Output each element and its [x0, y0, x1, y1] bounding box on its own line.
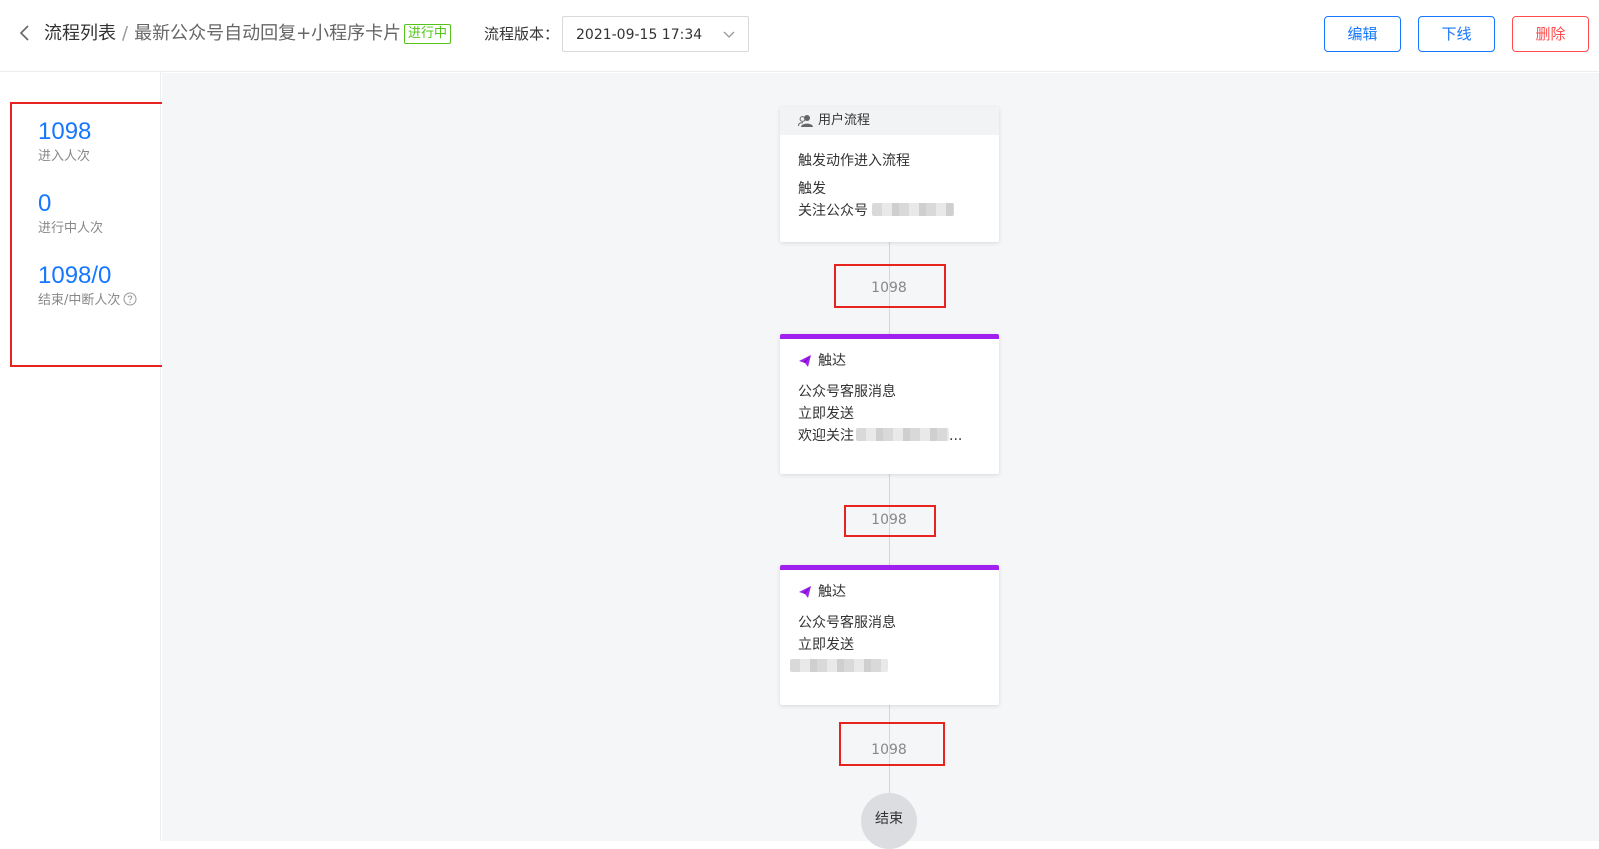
start-node[interactable]: 用户流程 触发动作进入流程 触发 关注公众号 [780, 107, 999, 242]
offline-button[interactable]: 下线 [1418, 16, 1495, 52]
page-header: 流程列表 / 最新公众号自动回复+小程序卡片 进行中 流程版本： 2021-09-1… [0, 0, 1599, 72]
touch-node-1-message-ellipsis: ... [949, 428, 963, 444]
touch-node-2-timing: 立即发送 [798, 637, 854, 653]
start-node-body: 触发动作进入流程 触发 关注公众号 [780, 135, 999, 222]
touch-node-2-body: 触达 公众号客服消息 立即发送 [780, 582, 999, 678]
start-node-header-label: 用户流程 [818, 113, 871, 128]
breadcrumb-root-link[interactable]: 流程列表 [44, 23, 116, 44]
edit-button[interactable]: 编辑 [1324, 16, 1401, 52]
touch-node-1-timing: 立即发送 [798, 406, 854, 422]
touch-node-1-channel: 公众号客服消息 [798, 384, 896, 400]
redacted-text [790, 659, 888, 672]
breadcrumb: 流程列表 / 最新公众号自动回复+小程序卡片 [44, 22, 401, 46]
touch-node-2-title: 触达 [818, 584, 846, 600]
status-badge: 进行中 [404, 24, 452, 44]
touch-node-2-message-row [790, 656, 981, 678]
paper-plane-icon [799, 355, 811, 367]
breadcrumb-separator: / [122, 23, 129, 44]
highlight-box-count-2 [844, 505, 936, 537]
highlight-box-count-1 [834, 264, 946, 308]
touch-node-1-message-row: 欢迎关注... [798, 425, 981, 447]
version-label: 流程版本： [484, 25, 560, 43]
start-node-title: 触发动作进入流程 [798, 153, 910, 169]
delete-button[interactable]: 删除 [1512, 16, 1589, 52]
touch-node-1[interactable]: 触达 公众号客服消息 立即发送 欢迎关注... [780, 334, 999, 474]
chevron-down-icon [723, 31, 735, 38]
page-title: 最新公众号自动回复+小程序卡片 [134, 23, 402, 44]
paper-plane-icon [799, 586, 811, 598]
touch-node-2-channel: 公众号客服消息 [798, 615, 896, 631]
touch-node-1-title: 触达 [818, 353, 846, 369]
back-icon[interactable] [14, 22, 36, 44]
touch-node-2[interactable]: 触达 公众号客服消息 立即发送 [780, 565, 999, 705]
highlight-box-count-3 [839, 722, 945, 766]
touch-node-1-message: 欢迎关注 [798, 428, 854, 444]
start-node-trigger-detail: 关注公众号 [798, 203, 868, 219]
start-node-trigger-detail-row: 关注公众号 [798, 200, 981, 222]
touch-node-1-body: 触达 公众号客服消息 立即发送 欢迎关注... [780, 351, 999, 447]
version-select[interactable]: 2021-09-15 17:34 [562, 16, 749, 52]
start-node-header: 用户流程 [780, 107, 999, 135]
start-node-trigger: 触发 [798, 181, 826, 197]
touch-node-1-title-row: 触达 [798, 351, 981, 371]
user-group-icon [798, 115, 813, 127]
redacted-text [856, 428, 949, 441]
touch-node-2-title-row: 触达 [798, 582, 981, 602]
redacted-text [872, 203, 954, 216]
version-select-value: 2021-09-15 17:34 [576, 27, 703, 43]
